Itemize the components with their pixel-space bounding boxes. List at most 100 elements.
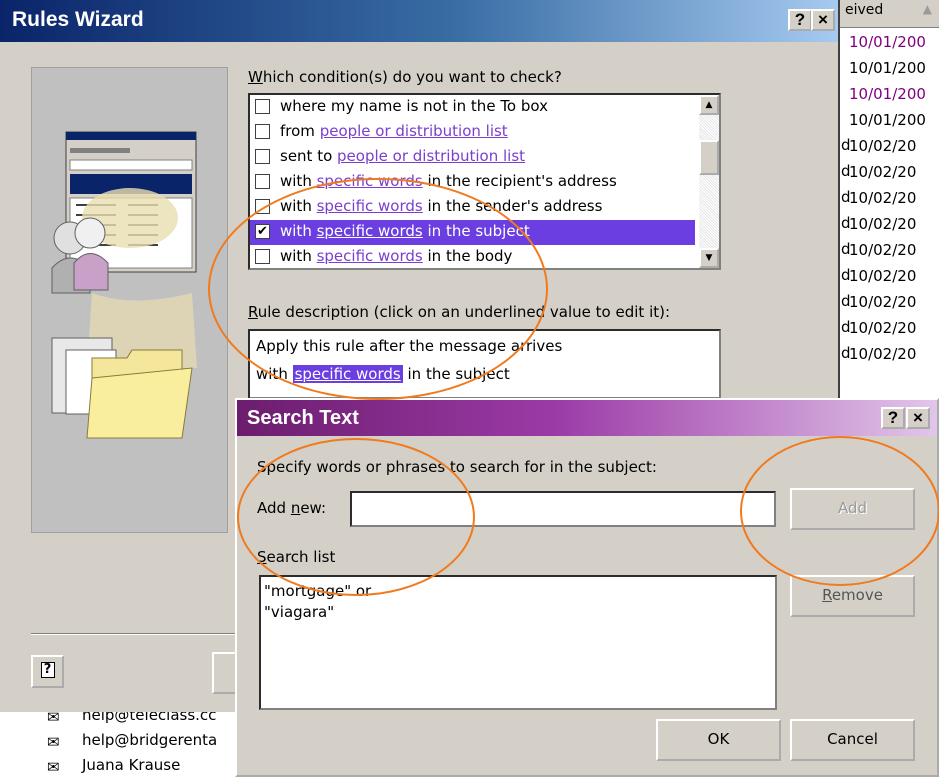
scroll-up-button[interactable]: ▲ (699, 95, 719, 115)
condition-label: with (280, 247, 317, 265)
message-row[interactable]: ✉ Juana Krause (0, 756, 240, 777)
message-row[interactable]: d 10/02/20 (839, 292, 939, 318)
condition-text: with specific words in the subject (280, 222, 530, 240)
flag-mark: d (841, 162, 851, 180)
dialog-title: Search Text (247, 407, 359, 429)
help-title-button[interactable]: ? (788, 9, 812, 31)
condition-row[interactable]: ✔ with specific words in the subject (250, 220, 695, 245)
condition-row[interactable]: where my name is not in the To box (250, 95, 695, 120)
received-date: 10/02/20 (849, 241, 917, 259)
received-date: 10/01/200 (849, 33, 926, 51)
condition-label: in the sender's address (422, 197, 603, 215)
condition-link[interactable]: specific words (317, 197, 423, 215)
scroll-down-button[interactable]: ▼ (699, 248, 719, 268)
add-button[interactable]: Add (790, 488, 915, 530)
condition-link[interactable]: specific words (317, 222, 423, 240)
conditions-listbox[interactable]: where my name is not in the To box from p… (248, 93, 721, 270)
search-list-label: Search list (257, 548, 335, 566)
message-row[interactable]: ✉ help@bridgerenta (0, 731, 240, 754)
sender-name: help@teleclass.cc (82, 712, 217, 724)
message-row[interactable]: d 10/02/20 (839, 266, 939, 292)
description-line-2: with specific words in the subject (256, 365, 510, 383)
message-row[interactable]: d 10/02/20 (839, 162, 939, 188)
specific-words-link[interactable]: specific words (292, 365, 403, 383)
condition-row[interactable]: sent to people or distribution list (250, 145, 695, 170)
condition-link[interactable]: people or distribution list (320, 122, 508, 140)
label-mnemonic: n (290, 499, 301, 517)
received-date: 10/01/200 (849, 111, 926, 129)
close-button[interactable]: × (906, 407, 930, 429)
help-button[interactable]: ? (31, 655, 64, 688)
condition-label: from (280, 122, 320, 140)
condition-checkbox[interactable] (255, 174, 270, 189)
message-row[interactable]: d 10/02/20 (839, 214, 939, 240)
help-icon: ? (40, 662, 55, 678)
search-list-item[interactable]: "mortgage" or (264, 582, 371, 600)
label-text: Add (257, 499, 291, 517)
message-row[interactable]: 10/01/200 (839, 84, 939, 110)
received-date: 10/02/20 (849, 293, 917, 311)
message-row[interactable]: d 10/02/20 (839, 344, 939, 370)
condition-checkbox[interactable] (255, 124, 270, 139)
description-line-1: Apply this rule after the message arrive… (256, 337, 563, 355)
envelope-icon: ✉ (47, 758, 60, 776)
received-date: 10/01/200 (849, 59, 926, 77)
received-date: 10/02/20 (849, 215, 917, 233)
condition-text: with specific words in the recipient's a… (280, 172, 617, 190)
sender-name: help@bridgerenta (82, 731, 218, 749)
condition-checkbox[interactable] (255, 199, 270, 214)
remove-button[interactable]: Remove (790, 575, 915, 617)
description-text: with (256, 365, 293, 383)
search-list-box[interactable]: "mortgage" or "viagara" (259, 575, 777, 710)
condition-row[interactable]: with specific words in the body (250, 245, 695, 268)
condition-row[interactable]: from people or distribution list (250, 120, 695, 145)
add-new-input[interactable] (350, 491, 776, 527)
window-title: Rules Wizard (12, 8, 144, 31)
condition-label: in the recipient's address (422, 172, 617, 190)
flag-mark: d (841, 188, 851, 206)
cancel-button[interactable]: Cancel (790, 719, 915, 761)
received-column-header[interactable]: eived ▲ (839, 0, 939, 28)
message-row[interactable]: 10/01/200 (839, 32, 939, 58)
flag-mark: d (841, 240, 851, 258)
flag-mark: d (841, 292, 851, 310)
search-text-titlebar[interactable]: Search Text ? × (237, 400, 937, 436)
message-row[interactable]: 10/01/200 (839, 110, 939, 136)
message-row[interactable]: d 10/02/20 (839, 318, 939, 344)
condition-checkbox[interactable] (255, 99, 270, 114)
message-row[interactable]: 10/01/200 (839, 58, 939, 84)
rules-wizard-titlebar[interactable]: Rules Wizard ? × (0, 0, 838, 42)
message-row[interactable]: d 10/02/20 (839, 240, 939, 266)
condition-checkbox[interactable] (255, 149, 270, 164)
condition-text: from people or distribution list (280, 122, 508, 140)
description-text: in the subject (402, 365, 510, 383)
message-row[interactable]: d 10/02/20 (839, 136, 939, 162)
condition-link[interactable]: specific words (317, 172, 423, 190)
description-label: Rule description (click on an underlined… (248, 303, 670, 321)
condition-label: in the body (422, 247, 513, 265)
condition-link[interactable]: people or distribution list (337, 147, 525, 165)
condition-text: with specific words in the body (280, 247, 512, 265)
label-text: earch list (266, 548, 336, 566)
condition-checkbox[interactable]: ✔ (255, 224, 270, 239)
search-list-item[interactable]: "viagara" (264, 603, 334, 621)
flag-mark: d (841, 136, 851, 154)
condition-link[interactable]: specific words (317, 247, 423, 265)
condition-row[interactable]: with specific words in the sender's addr… (250, 195, 695, 220)
close-button[interactable]: × (811, 9, 835, 31)
search-instruction: Specify words or phrases to search for i… (257, 458, 657, 476)
condition-checkbox[interactable] (255, 249, 270, 264)
search-text-dialog: Search Text ? × Specify words or phrases… (235, 398, 939, 777)
help-title-button[interactable]: ? (881, 407, 905, 429)
prompt-mnemonic: W (248, 68, 263, 86)
conditions-scrollbar[interactable]: ▲ ▼ (699, 95, 719, 268)
scroll-thumb[interactable] (699, 140, 719, 175)
prompt-text: hich condition(s) do you want to check? (262, 68, 562, 86)
message-row[interactable]: ✉ help@teleclass.cc (0, 712, 240, 729)
envelope-icon: ✉ (47, 733, 60, 751)
condition-row[interactable]: with specific words in the recipient's a… (250, 170, 695, 195)
button-mnemonic: R (822, 586, 832, 604)
message-row[interactable]: d 10/02/20 (839, 188, 939, 214)
received-date: 10/02/20 (849, 267, 917, 285)
ok-button[interactable]: OK (656, 719, 781, 761)
